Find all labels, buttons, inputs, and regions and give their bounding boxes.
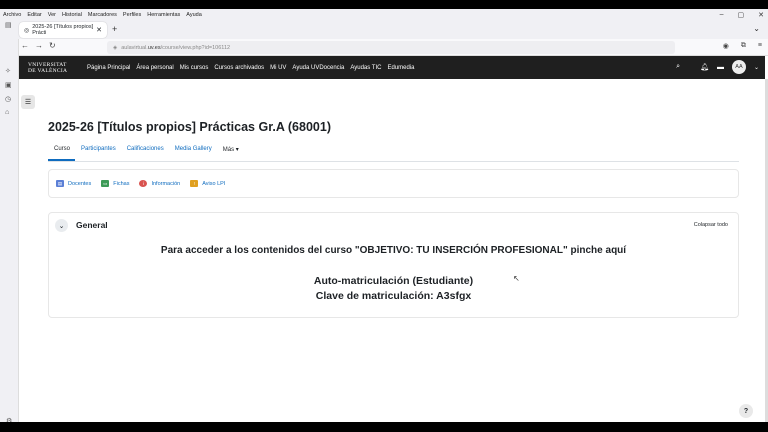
user-nav: ⌕ 🔔︎ ▬ AA ⌄ xyxy=(676,60,759,74)
collapse-all-link[interactable]: Colapsar todo xyxy=(694,222,728,228)
enrolment-key: Clave de matriculación: A3sfgx xyxy=(315,290,472,302)
section-general: ⌄ General Colapsar todo Para acceder a l… xyxy=(48,212,739,318)
notice-icon: ! xyxy=(190,180,199,187)
nav-pagina-principal[interactable]: Página Principal xyxy=(84,65,133,71)
info-icon: i xyxy=(139,180,148,187)
nav-mi-uv[interactable]: Mi UV xyxy=(267,65,289,71)
menu-herramientas[interactable]: Herramientas xyxy=(144,12,183,18)
teachers-icon: ▤ xyxy=(56,180,64,187)
settings-icon[interactable]: ⚙ xyxy=(6,417,12,422)
moodle-navbar: VNIVERSITAT DE VALÈNCIA Página Principal… xyxy=(19,56,765,79)
browser-tab[interactable]: ◎ 2025-26 [Títulos propios] Prácti ✕ xyxy=(19,22,107,38)
nav-ayuda-uvdocencia[interactable]: Ayuda UVDocencia xyxy=(289,65,347,71)
help-button[interactable]: ? xyxy=(739,404,753,418)
favicon-icon: ◎ xyxy=(24,27,30,34)
uv-logo[interactable]: VNIVERSITAT DE VALÈNCIA xyxy=(28,62,80,74)
tab-participantes[interactable]: Participantes xyxy=(75,146,121,161)
tab-list-icon[interactable]: ⌄ xyxy=(753,24,760,33)
link-aviso-lpi[interactable]: ! Aviso LPI xyxy=(190,180,225,187)
tabs-divider xyxy=(48,161,739,162)
tab-title: 2025-26 [Títulos propios] Prácti xyxy=(32,24,94,36)
back-button[interactable]: ← xyxy=(21,41,29,50)
access-link[interactable]: Para acceder a los contenidos del curso … xyxy=(49,245,738,256)
tab-media-gallery[interactable]: Media Gallery xyxy=(169,146,217,161)
course-index-toggle[interactable]: ☰ xyxy=(21,95,35,109)
chevron-down-icon[interactable]: ⌄ xyxy=(55,219,68,232)
mouse-cursor-icon: ↖ xyxy=(513,274,520,283)
tab-strip: ◎ 2025-26 [Títulos propios] Prácti ✕ + ⌄ xyxy=(0,20,768,39)
bookmarks-icon[interactable]: ▣ xyxy=(5,81,12,89)
forward-button[interactable]: → xyxy=(35,41,43,50)
self-enrolment-label: Auto-matriculación (Estudiante) xyxy=(313,275,474,287)
tab-curso[interactable]: Curso xyxy=(48,146,76,161)
tab-close-icon[interactable]: ✕ xyxy=(96,26,102,34)
list-icon: ☰ xyxy=(24,99,32,106)
menu-editar[interactable]: Editar xyxy=(24,12,44,18)
link-fichas[interactable]: ▭ Fichas xyxy=(101,180,129,187)
new-tab-button[interactable]: + xyxy=(112,24,117,34)
course-links-card: ▤ Docentes ▭ Fichas i Información ! Avis… xyxy=(48,169,739,198)
menu-ayuda[interactable]: Ayuda xyxy=(183,12,205,18)
url-text: aulavirtual.uv.es/course/view.php?id=106… xyxy=(121,44,231,51)
menu-marcadores[interactable]: Marcadores xyxy=(85,12,120,18)
url-bar[interactable]: ◈ aulavirtual.uv.es/course/view.php?id=1… xyxy=(107,41,675,54)
ai-chat-icon[interactable]: ✧ xyxy=(5,67,11,75)
minimize-button[interactable]: – xyxy=(720,11,724,18)
link-docentes[interactable]: ▤ Docentes xyxy=(56,180,91,187)
menubar: Archivo Editar Ver Historial Marcadores … xyxy=(0,9,768,20)
toolbar-icons: ◉ ⧉ ≡ xyxy=(723,42,762,50)
cards-icon: ▭ xyxy=(101,180,110,187)
chevron-down-icon[interactable]: ⌄ xyxy=(754,64,759,71)
nav-mis-cursos[interactable]: Mis cursos xyxy=(177,65,212,71)
extensions-icon[interactable]: ⧉ xyxy=(741,42,746,50)
browser-window: Archivo Editar Ver Historial Marcadores … xyxy=(0,9,768,422)
notifications-icon[interactable]: 🔔︎ xyxy=(700,63,709,71)
browser-sidebar: ▤ ✧ ▣ ◷ ⌂ xyxy=(0,22,19,422)
avatar[interactable]: AA xyxy=(731,60,746,74)
web-page: VNIVERSITAT DE VALÈNCIA Página Principal… xyxy=(19,56,768,422)
maximize-button[interactable]: ▢ xyxy=(738,11,745,19)
nav-bar: ← → ↻ ◈ aulavirtual.uv.es/course/view.ph… xyxy=(0,39,768,56)
nav-cursos-archivados[interactable]: Cursos archivados xyxy=(211,65,267,71)
account-icon[interactable]: ◉ xyxy=(723,42,729,50)
menu-icon[interactable]: ≡ xyxy=(758,42,762,50)
menu-historial[interactable]: Historial xyxy=(59,12,85,18)
page-title: 2025-26 [Títulos propios] Prácticas Gr.A… xyxy=(48,120,331,134)
window-controls: – ▢ ✕ xyxy=(720,9,764,20)
close-window-button[interactable]: ✕ xyxy=(758,11,764,19)
home-icon[interactable]: ⌂ xyxy=(5,109,9,116)
menu-perfiles[interactable]: Perfiles xyxy=(120,12,144,18)
tab-calificaciones[interactable]: Calificaciones xyxy=(121,146,169,161)
site-info-icon[interactable]: ◈ xyxy=(113,45,117,51)
tab-mas[interactable]: Más ▾ xyxy=(217,146,244,161)
menu-archivo[interactable]: Archivo xyxy=(0,12,24,18)
primary-nav: Página Principal Área personal Mis curso… xyxy=(84,65,418,71)
nav-ayudas-tic[interactable]: Ayudas TIC xyxy=(347,65,384,71)
search-icon[interactable]: ⌕ xyxy=(676,63,680,71)
link-informacion[interactable]: i Información xyxy=(139,180,180,187)
menu-ver[interactable]: Ver xyxy=(45,12,59,18)
history-icon[interactable]: ◷ xyxy=(5,95,11,103)
reload-button[interactable]: ↻ xyxy=(49,41,56,50)
nav-area-personal[interactable]: Área personal xyxy=(133,65,176,71)
nav-edumedia[interactable]: Edumedia xyxy=(384,65,417,71)
course-tabs: Curso Participantes Calificaciones Media… xyxy=(48,146,244,161)
section-title: General xyxy=(76,220,108,230)
sidebar-toggle-icon[interactable]: ▤ xyxy=(5,21,12,29)
messages-icon[interactable]: ▬ xyxy=(717,64,724,71)
